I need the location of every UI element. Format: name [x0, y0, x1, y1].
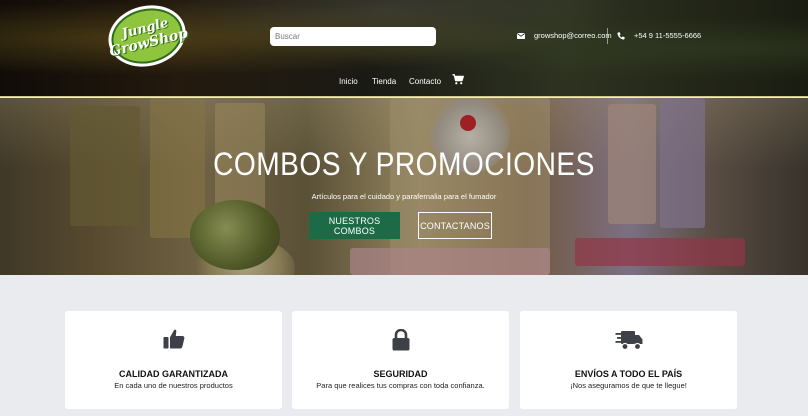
thumbs-up-icon	[163, 329, 184, 349]
nav-link-tienda[interactable]: Tienda	[372, 77, 396, 86]
feature-description: En cada uno de nuestros productos	[114, 381, 233, 390]
email-text: growshop@correo.com	[534, 31, 612, 40]
nav-link-contacto[interactable]: Contacto	[409, 77, 441, 86]
envelope-icon	[517, 32, 525, 39]
contact-email[interactable]: growshop@correo.com	[517, 31, 612, 40]
feature-title: SEGURIDAD	[373, 369, 428, 379]
phone-text: +54 9 11-5555-6666	[634, 31, 702, 40]
hero-overlay	[0, 98, 808, 275]
phone-icon	[617, 31, 625, 40]
feature-card-shipping: ENVÍOS A TODO EL PAÍS ¡Nos aseguramos de…	[520, 311, 737, 409]
contact-phone[interactable]: +54 9 11-5555-6666	[617, 31, 701, 40]
feature-description: ¡Nos aseguramos de que te llegue!	[570, 381, 687, 390]
combos-button[interactable]: NUESTROS COMBOS	[309, 212, 400, 239]
feature-card-quality: CALIDAD GARANTIZADA En cada uno de nuest…	[65, 311, 282, 409]
search-input[interactable]	[270, 27, 436, 46]
contact-divider	[607, 28, 608, 44]
feature-title: CALIDAD GARANTIZADA	[119, 369, 228, 379]
truck-icon	[615, 331, 642, 351]
contact-button[interactable]: CONTACTANOS	[418, 212, 492, 239]
hero-banner	[0, 98, 808, 275]
site-header: Jungle GrowShop growshop@correo.com +54 …	[0, 0, 808, 97]
feature-card-security: SEGURIDAD Para que realices tus compras …	[292, 311, 509, 409]
cart-icon[interactable]	[452, 74, 464, 85]
nav-link-inicio[interactable]: Inicio	[339, 77, 358, 86]
feature-title: ENVÍOS A TODO EL PAÍS	[574, 369, 683, 379]
hero-title: COMBOS Y PROMOCIONES	[213, 146, 595, 182]
feature-description: Para que realices tus compras con toda c…	[316, 381, 485, 390]
hero-subtitle: Artículos para el cuidado y parafernalia…	[311, 192, 497, 201]
lock-icon	[392, 329, 409, 351]
site-logo[interactable]: Jungle GrowShop	[101, 0, 193, 75]
